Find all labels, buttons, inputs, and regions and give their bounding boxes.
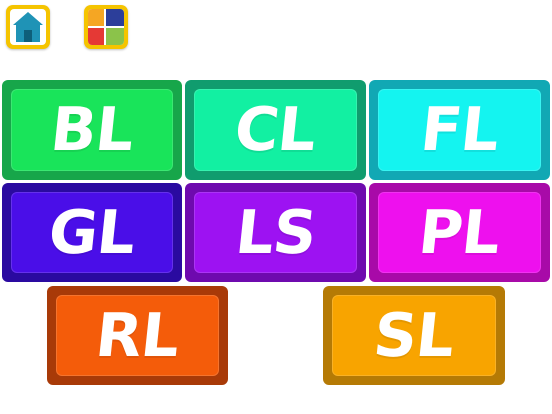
- tile-pl[interactable]: PL: [369, 183, 550, 282]
- house-icon: [13, 12, 43, 42]
- tile-label: SL: [370, 300, 458, 371]
- tile-label: PL: [415, 197, 504, 268]
- home-button[interactable]: [6, 5, 50, 49]
- tile-label: BL: [47, 95, 137, 165]
- tile-ls[interactable]: LS: [185, 183, 366, 282]
- tile-rl[interactable]: RL: [47, 286, 228, 385]
- tile-label: LS: [232, 197, 319, 268]
- tile-label: GL: [45, 197, 139, 268]
- tile-bl[interactable]: BL: [2, 80, 182, 180]
- tile-gl[interactable]: GL: [2, 183, 182, 282]
- grid-menu-icon: [88, 9, 124, 45]
- tile-sl[interactable]: SL: [323, 286, 505, 385]
- tile-cl[interactable]: CL: [185, 80, 366, 180]
- tile-fl[interactable]: FL: [369, 80, 550, 180]
- tile-label: CL: [231, 95, 320, 165]
- tile-label: RL: [92, 300, 183, 371]
- menu-button[interactable]: [84, 5, 128, 49]
- tile-label: FL: [417, 95, 502, 165]
